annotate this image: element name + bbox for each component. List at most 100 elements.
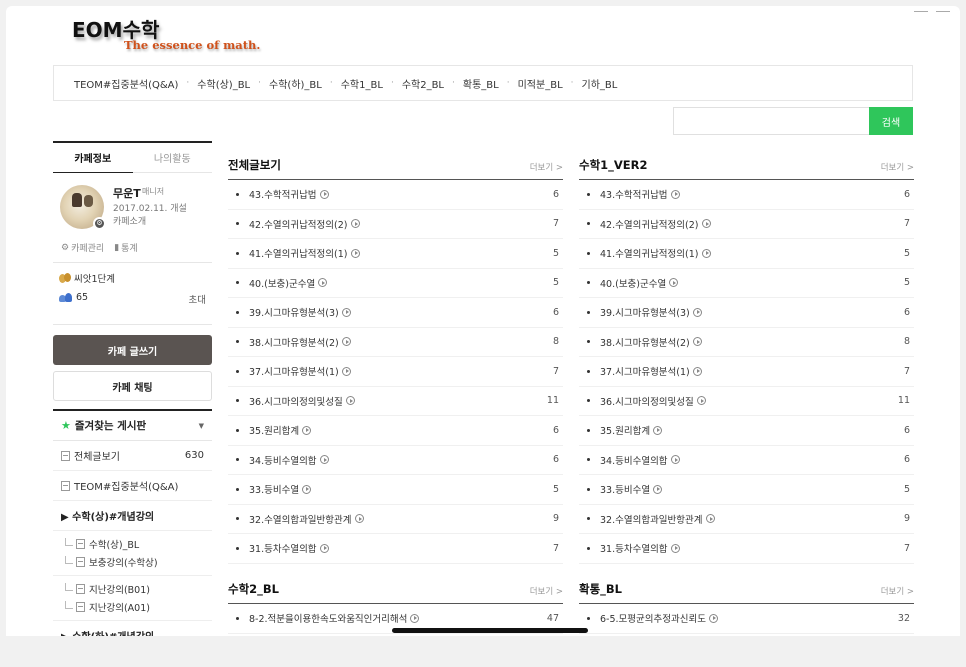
post-row[interactable]: 43.수학적귀납법 6 — [228, 180, 563, 210]
post-row[interactable]: 34.등비수열의합 6 — [228, 446, 563, 475]
manager-name[interactable]: 무운T — [113, 185, 141, 201]
post-row[interactable]: 35.원리합계 6 — [579, 416, 914, 446]
post-row[interactable]: 35.원리합계 6 — [228, 416, 563, 446]
video-play-icon — [670, 543, 680, 553]
post-row[interactable]: 33.등비수열 5 — [579, 475, 914, 505]
post-title[interactable]: 37.시그마유형분석(1) — [249, 364, 339, 378]
post-title[interactable]: 38.시그마유형분석(2) — [600, 335, 690, 349]
post-title[interactable]: 36.시그마의정의및성질 — [249, 394, 343, 408]
search-input[interactable] — [673, 107, 869, 135]
post-title[interactable]: 39.시그마유형분석(3) — [249, 305, 339, 319]
member-count[interactable]: 65 — [59, 292, 88, 303]
menu-sub-item[interactable]: 수학(상)_BL — [53, 535, 212, 553]
menu-all-posts[interactable]: 전체글보기 630 — [53, 441, 212, 471]
board-title[interactable]: 수학2_BL — [228, 581, 279, 597]
menu-group-math-lower[interactable]: ▶ 수학(하)#개념강의 — [53, 621, 212, 636]
post-title[interactable]: 34.등비수열의합 — [600, 453, 668, 467]
post-row[interactable]: 40.(보충)군수열 5 — [579, 269, 914, 298]
post-row[interactable]: 43.수학적귀납법 6 — [579, 180, 914, 210]
post-row[interactable]: 31.등차수열의합 7 — [579, 534, 914, 564]
post-row[interactable]: 39.시그마유형분석(3) 6 — [579, 298, 914, 328]
post-title[interactable]: 42.수열의귀납적정의(2) — [249, 217, 348, 231]
board-title[interactable]: 전체글보기 — [228, 157, 281, 173]
topnav-item[interactable]: 수학(상)_BL — [197, 76, 250, 91]
topnav-item[interactable]: 수학(하)_BL — [269, 76, 322, 91]
post-title[interactable]: 32.수열의합과일반항관계 — [600, 512, 703, 526]
post-row[interactable]: 41.수열의귀납적정의(1) 5 — [579, 239, 914, 269]
invite-link[interactable]: 초대 — [189, 292, 206, 306]
post-title[interactable]: 31.등차수열의합 — [600, 541, 668, 555]
post-title[interactable]: 38.시그마유형분석(2) — [249, 335, 339, 349]
post-row[interactable]: 38.시그마유형분석(2) 8 — [228, 328, 563, 357]
post-title[interactable]: 8-2.적분을이용한속도와움직인거리해석 — [249, 611, 407, 625]
post-title[interactable]: 6-5.모평균의추정과신뢰도 — [600, 611, 706, 625]
cafe-manage-link[interactable]: ⚙ 카페관리 — [61, 241, 104, 255]
more-link[interactable]: 더보기 > — [881, 161, 914, 173]
post-row[interactable]: 41.수열의귀납적정의(1) 5 — [228, 239, 563, 269]
menu-sub-item[interactable]: 지난강의(A01) — [53, 598, 212, 616]
topnav-item[interactable]: TEOM#집중분석(Q&A) — [74, 76, 178, 91]
cafe-logo[interactable]: EOM수학 The essence of math. — [72, 14, 260, 52]
more-link[interactable]: 더보기 > — [530, 585, 563, 597]
board-title[interactable]: 수학1_VER2 — [579, 157, 648, 173]
post-title[interactable]: 31.등차수열의합 — [249, 541, 317, 555]
post-row[interactable]: 37.시그마유형분석(1) 7 — [228, 357, 563, 387]
post-row[interactable]: 42.수열의귀납적정의(2) 7 — [228, 210, 563, 239]
favorite-boards-header[interactable]: ★ 즐겨찾는 게시판 ▼ — [53, 409, 212, 441]
topnav-item[interactable]: 수학2_BL — [402, 76, 444, 91]
menu-sub-item[interactable]: 지난강의(B01) — [53, 580, 212, 598]
stats-link[interactable]: ▮ 통계 — [114, 241, 138, 255]
post-title[interactable]: 41.수열의귀납적정의(1) — [249, 246, 348, 260]
post-title[interactable]: 40.(보충)군수열 — [249, 276, 315, 290]
post-title[interactable]: 36.시그마의정의및성질 — [600, 394, 694, 408]
post-title[interactable]: 43.수학적귀납법 — [600, 187, 668, 201]
post-title[interactable]: 35.원리합계 — [600, 423, 650, 437]
post-row[interactable]: 32.수열의합과일반항관계 9 — [228, 505, 563, 534]
chevron-down-icon[interactable]: ▼ — [199, 422, 204, 430]
bullet — [587, 487, 590, 491]
cafe-intro-link[interactable]: 카페소개 — [113, 214, 146, 227]
post-row[interactable]: 39.시그마유형분석(3) 6 — [228, 298, 563, 328]
search-button[interactable]: 검색 — [869, 107, 913, 135]
post-title[interactable]: 34.등비수열의합 — [249, 453, 317, 467]
menu-group-math-upper[interactable]: ▶ 수학(상)#개념강의 — [53, 501, 212, 531]
post-title[interactable]: 39.시그마유형분석(3) — [600, 305, 690, 319]
tab-my-activity[interactable]: 나의활동 — [132, 143, 212, 173]
topnav-item[interactable]: 미적분_BL — [518, 76, 563, 91]
post-row[interactable]: 37.시그마유형분석(1) 7 — [579, 357, 914, 387]
post-title[interactable]: 33.등비수열 — [249, 482, 299, 496]
post-title[interactable]: 40.(보충)군수열 — [600, 276, 666, 290]
cafe-chat-button[interactable]: 카페 채팅 — [53, 371, 212, 401]
topnav-item[interactable]: 수학1_BL — [341, 76, 383, 91]
cafe-write-button[interactable]: 카페 글쓰기 — [53, 335, 212, 365]
post-row[interactable]: 42.수열의귀납적정의(2) 7 — [579, 210, 914, 239]
post-title[interactable]: 35.원리합계 — [249, 423, 299, 437]
post-row[interactable]: 34.등비수열의합 6 — [579, 446, 914, 475]
sub-item-label: 지난강의(B01) — [89, 585, 150, 596]
post-row[interactable]: 32.수열의합과일반항관계 9 — [579, 505, 914, 534]
menu-teom[interactable]: TEOM#집중분석(Q&A) — [53, 471, 212, 501]
post-title[interactable]: 37.시그마유형분석(1) — [600, 364, 690, 378]
post-row[interactable]: 36.시그마의정의및성질 11 — [579, 387, 914, 416]
post-title[interactable]: 32.수열의합과일반항관계 — [249, 512, 352, 526]
post-title[interactable]: 33.등비수열 — [600, 482, 650, 496]
video-play-icon — [319, 189, 329, 199]
settings-badge-icon[interactable]: ⚙ — [93, 217, 106, 230]
post-row[interactable]: 6-5.모평균의추정과신뢰도 32 — [579, 604, 914, 634]
tab-cafe-info[interactable]: 카페정보 — [53, 143, 133, 173]
post-title[interactable]: 43.수학적귀납법 — [249, 187, 317, 201]
post-row[interactable]: 36.시그마의정의및성질 11 — [228, 387, 563, 416]
board-title[interactable]: 확통_BL — [579, 581, 622, 597]
more-link[interactable]: 더보기 > — [881, 585, 914, 597]
topnav-item[interactable]: 기하_BL — [582, 76, 618, 91]
post-row[interactable]: 38.시그마유형분석(2) 8 — [579, 328, 914, 357]
post-row[interactable]: 31.등차수열의합 7 — [228, 534, 563, 564]
menu-sub-item[interactable]: 보충강의(수학상) — [53, 553, 212, 571]
post-row[interactable]: 33.등비수열 5 — [228, 475, 563, 505]
post-title[interactable]: 41.수열의귀납적정의(1) — [600, 246, 699, 260]
more-link[interactable]: 더보기 > — [530, 161, 563, 173]
cafe-level[interactable]: 씨앗1단계 — [59, 271, 115, 285]
post-row[interactable]: 40.(보충)군수열 5 — [228, 269, 563, 298]
post-title[interactable]: 42.수열의귀납적정의(2) — [600, 217, 699, 231]
topnav-item[interactable]: 확통_BL — [463, 76, 499, 91]
